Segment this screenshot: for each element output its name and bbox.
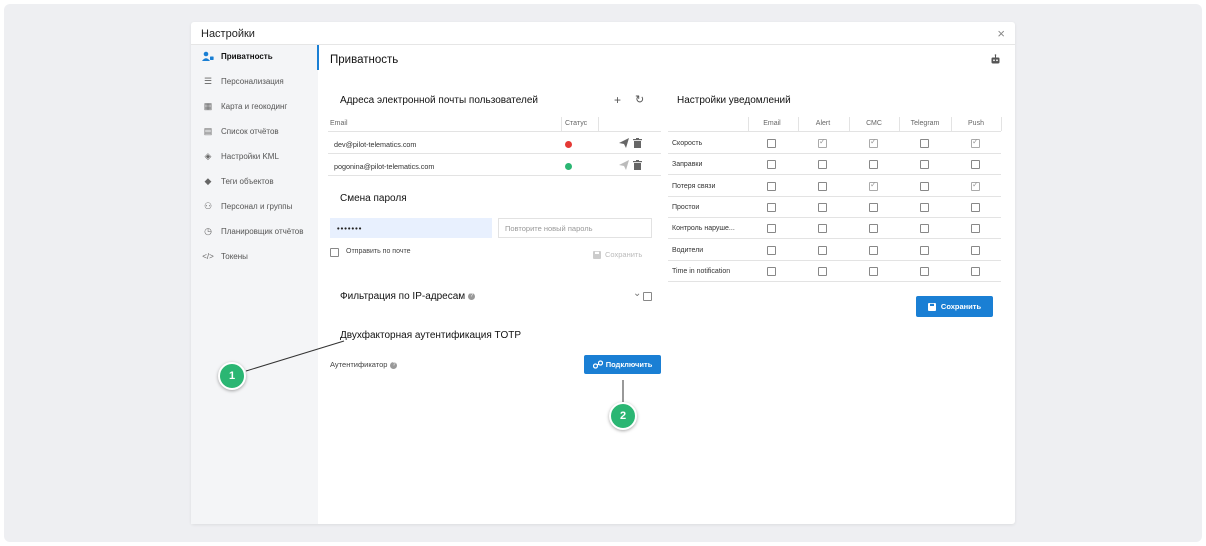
- callout-lines: [245, 340, 624, 402]
- callout-line-1: [245, 340, 345, 372]
- callout-badge-1: 1: [218, 362, 246, 390]
- callout-badge-2: 2: [609, 402, 637, 430]
